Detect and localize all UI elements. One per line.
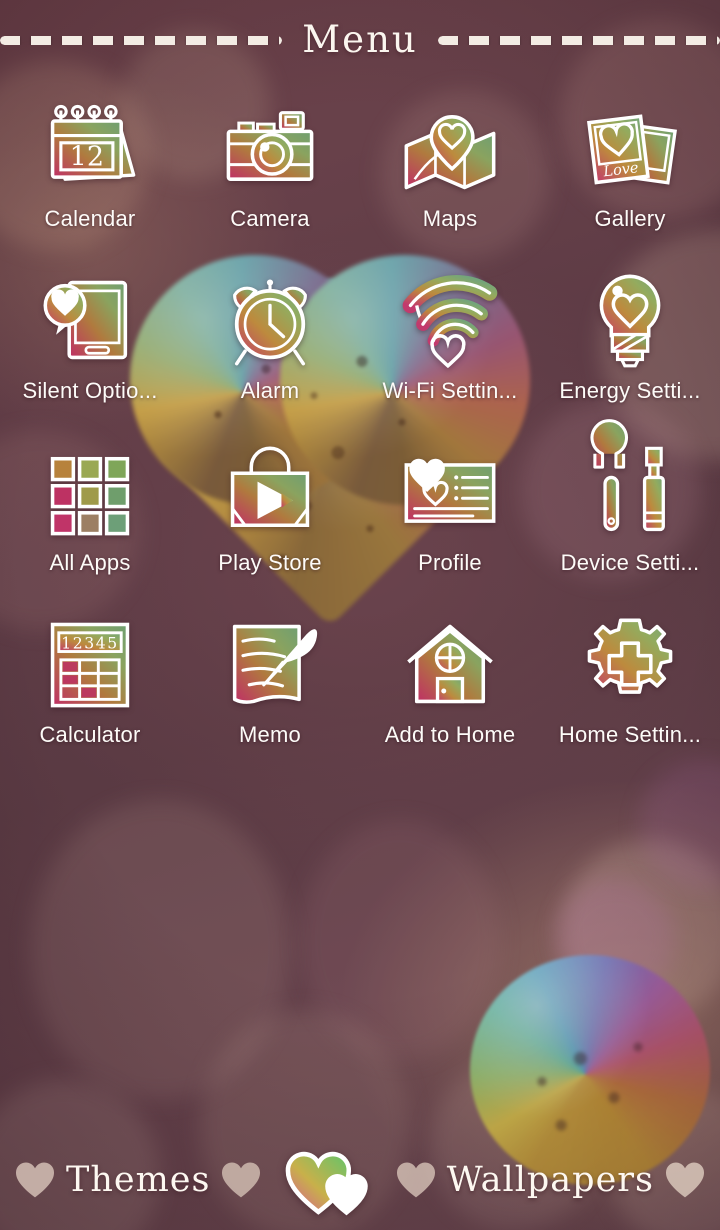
app-label: Add to Home [384, 722, 516, 747]
heart-icon [14, 1161, 56, 1199]
app-item-add-to-home[interactable]: Add to Home [360, 612, 540, 784]
calculator-icon: 12345 [38, 612, 142, 716]
alarm-clock-icon [218, 268, 322, 372]
bottom-dock: Themes Wallpapers [0, 1130, 720, 1230]
app-item-home-settings[interactable]: Home Settin... [540, 612, 720, 784]
app-label: All Apps [49, 550, 131, 575]
camera-icon [218, 96, 322, 200]
heart-icon [664, 1161, 706, 1199]
double-heart-icon[interactable] [283, 1142, 375, 1218]
app-item-calendar[interactable]: 12 Calendar [0, 96, 180, 268]
app-label: Memo [239, 722, 301, 747]
heart-icon [395, 1161, 437, 1199]
app-label: Camera [230, 206, 310, 231]
app-label: Calculator [39, 722, 141, 747]
app-item-wifi-settings[interactable]: Wi-Fi Settin... [360, 268, 540, 440]
themes-button[interactable]: Themes [14, 1160, 262, 1200]
maps-pin-icon [398, 96, 502, 200]
app-label: Device Setti... [560, 550, 700, 575]
wallpapers-button[interactable]: Wallpapers [395, 1160, 706, 1200]
calendar-icon: 12 [38, 96, 142, 200]
app-item-play-store[interactable]: Play Store [180, 440, 360, 612]
wrench-screwdriver-icon [578, 419, 682, 544]
app-label: Home Settin... [558, 722, 702, 747]
lightbulb-icon [578, 268, 682, 372]
calendar-day-number: 12 [70, 142, 104, 173]
app-item-camera[interactable]: Camera [180, 96, 360, 268]
app-item-alarm[interactable]: Alarm [180, 268, 360, 440]
header-dash-rule-left [0, 35, 283, 45]
app-item-maps[interactable]: Maps [360, 96, 540, 268]
app-item-calculator[interactable]: 12345 Calculator [0, 612, 180, 784]
gallery-photos-icon: Love [578, 96, 682, 200]
app-grid: 12 Calendar Camera Maps Love Gallery Sil… [0, 96, 720, 784]
header-dash-rule-right [437, 35, 720, 45]
app-item-all-apps[interactable]: All Apps [0, 440, 180, 612]
memo-quill-icon [218, 612, 322, 716]
themes-label: Themes [66, 1160, 211, 1200]
app-label: Calendar [44, 206, 136, 231]
app-label: Gallery [594, 206, 666, 231]
app-label: Play Store [218, 550, 322, 575]
heart-icon [220, 1161, 262, 1199]
calculator-display-text: 12345 [61, 634, 118, 652]
app-label: Wi-Fi Settin... [382, 378, 518, 403]
silent-options-icon [38, 268, 142, 372]
page-title: Menu [302, 17, 418, 61]
app-drawer-grid-icon [38, 440, 142, 544]
app-item-silent-options[interactable]: Silent Optio... [0, 268, 180, 440]
app-item-device-settings[interactable]: Device Setti... [540, 419, 720, 612]
app-label: Energy Setti... [559, 378, 701, 403]
house-icon [398, 612, 502, 716]
gear-plus-icon [578, 612, 682, 716]
app-item-profile[interactable]: Profile [360, 440, 540, 612]
wallpapers-label: Wallpapers [446, 1160, 654, 1200]
app-label: Maps [422, 206, 478, 231]
wifi-icon [398, 268, 502, 372]
menu-header: Menu [0, 0, 720, 78]
app-label: Alarm [240, 378, 300, 403]
play-store-bag-icon [218, 440, 322, 544]
profile-card-icon [398, 440, 502, 544]
app-item-memo[interactable]: Memo [180, 612, 360, 784]
app-item-gallery[interactable]: Love Gallery [540, 96, 720, 268]
app-label: Silent Optio... [22, 378, 158, 403]
app-item-energy-settings[interactable]: Energy Setti... [540, 268, 720, 440]
app-label: Profile [418, 550, 482, 575]
